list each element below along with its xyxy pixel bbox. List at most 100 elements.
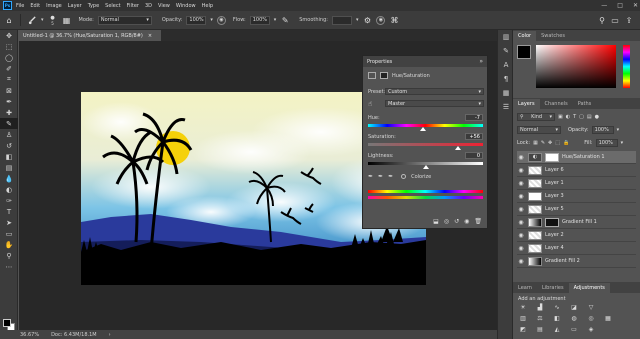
crop-tool-icon[interactable]: ⌗ — [0, 74, 18, 85]
menu-filter[interactable]: Filter — [127, 3, 139, 9]
brush-tool-icon[interactable]: ✎ — [0, 118, 18, 129]
menu-3d[interactable]: 3D — [145, 3, 152, 9]
shape-tool-icon[interactable]: ▭ — [0, 228, 18, 239]
layer-row[interactable]: ◉ ◐ Hue/Saturation 1 — [517, 151, 636, 164]
foreground-color-swatch[interactable] — [517, 45, 531, 59]
pressure-opacity-icon[interactable]: ◉ — [216, 15, 226, 25]
frame-tool-icon[interactable]: ⊠ — [0, 85, 18, 96]
exposure-icon[interactable]: ◪ — [569, 303, 579, 311]
close-icon[interactable]: ✕ — [633, 2, 638, 9]
layer-mask-thumbnail[interactable] — [545, 217, 559, 227]
pressure-size-icon[interactable]: ◉ — [376, 15, 386, 25]
filter-type-icon[interactable]: T — [573, 114, 576, 120]
foreground-color[interactable] — [3, 319, 11, 327]
tab-color[interactable]: Color — [513, 31, 537, 41]
brush-preset-icon[interactable]: ● 5 — [48, 15, 58, 26]
airbrush-icon[interactable]: ✎ — [280, 15, 290, 25]
close-tab-icon[interactable]: × — [148, 33, 152, 39]
tab-learn[interactable]: Learn — [513, 283, 537, 293]
menu-file[interactable]: File — [16, 3, 24, 9]
lock-all-icon[interactable]: 🔒 — [563, 140, 569, 146]
layer-row[interactable]: ◉ Layer 5 — [517, 203, 636, 216]
lightness-value-field[interactable]: 0 — [465, 152, 483, 159]
clone-stamp-tool-icon[interactable]: ♙ — [0, 129, 18, 140]
menu-view[interactable]: View — [158, 3, 170, 9]
hand-tool-icon[interactable]: ✋ — [0, 239, 18, 250]
eye-icon[interactable]: ◉ — [517, 232, 525, 239]
levels-icon[interactable]: ▟ — [535, 303, 545, 311]
share-icon[interactable]: ⇪ — [624, 15, 634, 25]
chevron-down-icon[interactable]: ▾ — [621, 140, 624, 146]
zoom-tool-icon[interactable]: ⚲ — [0, 250, 18, 261]
tab-adjustments[interactable]: Adjustments — [568, 283, 610, 293]
history-panel-icon[interactable]: ▥ — [498, 30, 514, 44]
zoom-level[interactable]: 36.67% — [20, 332, 39, 338]
vibrance-icon[interactable]: ▽ — [586, 303, 596, 311]
black-white-icon[interactable]: ◧ — [552, 314, 562, 322]
color-balance-icon[interactable]: ⚖ — [535, 314, 545, 322]
preset-select[interactable]: Custom ▾ — [385, 88, 484, 95]
paragraph-panel-icon[interactable]: ¶ — [498, 72, 514, 86]
saturation-value-field[interactable]: +56 — [465, 133, 483, 140]
tab-swatches[interactable]: Swatches — [536, 31, 570, 41]
view-previous-icon[interactable]: ◎ — [444, 218, 449, 225]
filter-toggle-icon[interactable]: ● — [595, 114, 599, 120]
filter-shape-icon[interactable]: ▢ — [579, 114, 584, 120]
eye-icon[interactable]: ◉ — [517, 167, 525, 174]
marquee-tool-icon[interactable]: ⬚ — [0, 41, 18, 52]
layer-opacity-field[interactable]: 100% — [591, 126, 614, 134]
menu-edit[interactable]: Edit — [30, 3, 40, 9]
quick-select-tool-icon[interactable]: ✐ — [0, 63, 18, 74]
posterize-icon[interactable]: ▤ — [535, 325, 545, 333]
eyedropper-minus-icon[interactable]: ✒ — [388, 173, 393, 180]
eyedropper-icon[interactable]: ✒ — [368, 173, 373, 180]
swatches-panel-icon[interactable]: ▦ — [498, 86, 514, 100]
pen-tool-icon[interactable]: ✑ — [0, 195, 18, 206]
lock-position-icon[interactable]: ✥ — [548, 140, 552, 146]
brush-settings-icon[interactable]: ▦ — [62, 15, 72, 25]
layer-row[interactable]: ◉ Layer 1 — [517, 177, 636, 190]
maximize-icon[interactable]: □ — [617, 2, 623, 9]
menu-image[interactable]: Image — [46, 3, 62, 9]
layer-row[interactable]: ◉ Layer 4 — [517, 242, 636, 255]
chevron-right-icon[interactable]: › — [109, 332, 111, 338]
colorize-checkbox[interactable] — [401, 174, 407, 179]
layer-row[interactable]: ◉ Gradient Fill 2 — [517, 255, 636, 268]
curves-icon[interactable]: ∿ — [552, 303, 562, 311]
gear-icon[interactable]: ⚙ — [362, 15, 372, 25]
channel-hand-icon[interactable]: ☝ — [368, 100, 372, 108]
document-tab[interactable]: Untitled-1 @ 36.7% (Hue/Saturation 1, RG… — [19, 30, 161, 41]
eye-icon[interactable]: ◉ — [517, 180, 525, 187]
opacity-field[interactable]: 100% — [186, 15, 207, 25]
layer-row[interactable]: ◉ Gradient Fill 1 — [517, 216, 636, 229]
symmetry-icon[interactable]: ⌘ — [389, 15, 399, 25]
eyedropper-plus-icon[interactable]: ✒ — [378, 173, 383, 180]
flow-field[interactable]: 100% — [249, 15, 270, 25]
eye-icon[interactable]: ◉ — [517, 258, 525, 265]
eraser-tool-icon[interactable]: ◧ — [0, 151, 18, 162]
blend-mode-select[interactable]: Normal ▾ — [517, 126, 561, 134]
hue-saturation-icon[interactable]: ▥ — [518, 314, 528, 322]
reset-icon[interactable]: ↺ — [454, 218, 459, 225]
layer-row[interactable]: ◉ Layer 6 — [517, 164, 636, 177]
history-brush-tool-icon[interactable]: ↺ — [0, 140, 18, 151]
collapse-panel-icon[interactable]: » — [479, 58, 483, 65]
tab-libraries[interactable]: Libraries — [537, 283, 569, 293]
eyedropper-tool-icon[interactable]: ✒ — [0, 96, 18, 107]
filter-pixel-icon[interactable]: ▣ — [558, 114, 563, 120]
menu-layer[interactable]: Layer — [68, 3, 82, 9]
layer-kind-select[interactable]: ⚲ Kind ▾ — [517, 113, 555, 121]
tab-paths[interactable]: Paths — [573, 99, 597, 109]
chevron-down-icon[interactable]: ▾ — [41, 17, 44, 23]
hue-value-field[interactable]: -7 — [465, 114, 483, 121]
hue-slider-thumb[interactable] — [420, 127, 427, 131]
lock-artboard-icon[interactable]: ⬚ — [555, 140, 560, 146]
mask-icon[interactable] — [380, 72, 388, 79]
filter-adjustment-icon[interactable]: ◐ — [566, 114, 570, 120]
brush-tool-icon[interactable] — [27, 15, 37, 25]
path-selection-tool-icon[interactable]: ➤ — [0, 217, 18, 228]
visibility-icon[interactable]: ◉ — [464, 218, 469, 225]
search-icon[interactable]: ⚲ — [597, 15, 607, 25]
eye-icon[interactable]: ◉ — [517, 154, 525, 161]
menu-window[interactable]: Window — [176, 3, 196, 9]
